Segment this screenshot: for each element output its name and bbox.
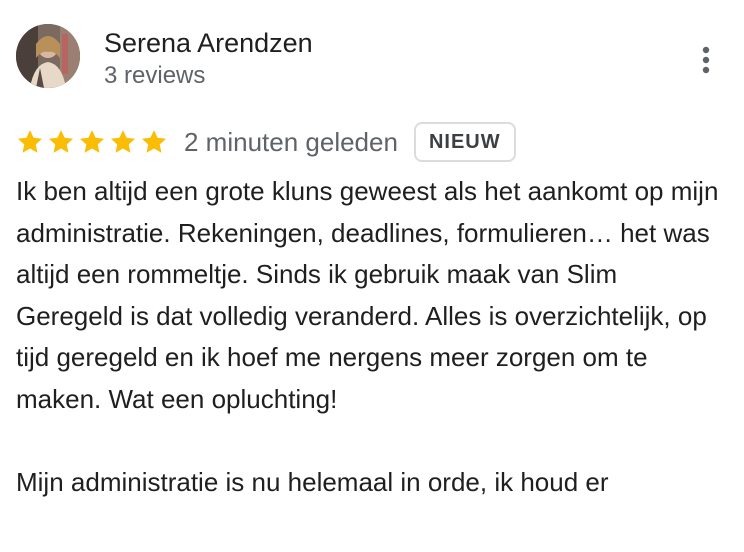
star-rating [16,128,168,156]
review-text: Ik ben altijd een grote kluns geweest al… [16,171,728,545]
star-icon [78,128,106,156]
star-icon [47,128,75,156]
author-review-count: 3 reviews [104,62,206,89]
star-icon [140,128,168,156]
rating-row: 2 minuten geleden NIEUW [16,120,516,164]
author-avatar[interactable] [16,24,80,88]
avatar-photo-icon [16,24,80,88]
review-paragraph: Mijn administratie is nu helemaal in ord… [16,466,609,497]
author-name[interactable]: Serena Arendzen [104,26,313,60]
star-icon [16,128,44,156]
star-icon [109,128,137,156]
review-paragraph: Ik ben altijd een grote kluns geweest al… [16,176,719,414]
review-timestamp: 2 minuten geleden [184,126,398,157]
new-badge: NIEUW [413,122,516,162]
more-vert-icon [702,46,710,74]
more-options-button[interactable] [686,40,726,80]
review-card: Serena Arendzen 3 reviews 2 minuten gele… [0,0,744,552]
